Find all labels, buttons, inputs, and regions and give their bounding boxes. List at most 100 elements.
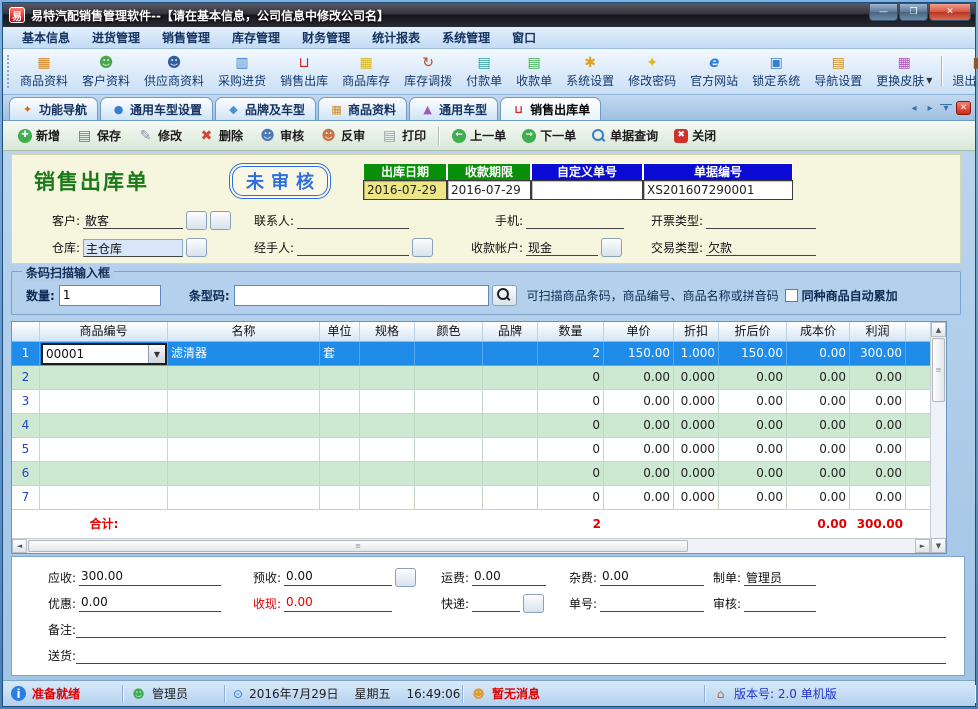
code-editor[interactable]: 00001▼ xyxy=(41,343,167,365)
cell-spec[interactable] xyxy=(360,390,415,414)
column-header-brand[interactable]: 品牌 xyxy=(483,322,538,341)
table-row-4[interactable]: 400.000.0000.000.000.00 xyxy=(12,414,930,438)
cell-unit[interactable] xyxy=(320,414,360,438)
cell-price[interactable]: 150.00 xyxy=(604,342,674,366)
barcode-search-button[interactable] xyxy=(492,285,517,306)
toolbar-button-exit-system[interactable]: ▮退出系统 xyxy=(945,51,978,92)
column-header-unit[interactable]: 单位 xyxy=(320,322,360,341)
tab-universal-model[interactable]: ▲通用车型 xyxy=(409,97,498,120)
due-date-value[interactable]: 2016-07-29 xyxy=(447,180,531,200)
column-header-code[interactable]: 商品编号 xyxy=(40,322,168,341)
cell-unit[interactable] xyxy=(320,462,360,486)
customer-add-button[interactable] xyxy=(210,211,231,230)
cell-brand[interactable] xyxy=(483,390,538,414)
cell-price[interactable]: 0.00 xyxy=(604,366,674,390)
account-pick-button[interactable] xyxy=(601,238,622,257)
cell-color[interactable] xyxy=(415,390,483,414)
cell-name[interactable] xyxy=(168,462,320,486)
cell-spec[interactable] xyxy=(360,414,415,438)
cell-unit[interactable] xyxy=(320,438,360,462)
cell-brand[interactable] xyxy=(483,366,538,390)
tracking-input[interactable] xyxy=(600,595,704,612)
cell-brand[interactable] xyxy=(483,462,538,486)
doc-button-prev-bill[interactable]: ←上一单 xyxy=(445,124,513,147)
toolbar-button-customers[interactable]: ☻客户资料 xyxy=(75,51,137,92)
vscroll-down-icon[interactable]: ▼ xyxy=(931,538,946,553)
cell-code[interactable] xyxy=(40,462,168,486)
horizontal-scrollbar[interactable]: ◄ ≡ ► xyxy=(12,538,930,553)
toolbar-button-product-stock[interactable]: ▦商品库存 xyxy=(335,51,397,92)
doc-button-query-bill[interactable]: 单据查询 xyxy=(585,124,665,147)
table-row-5[interactable]: 500.000.0000.000.000.00 xyxy=(12,438,930,462)
cell-cost[interactable]: 0.00 xyxy=(787,414,850,438)
cell-price[interactable]: 0.00 xyxy=(604,438,674,462)
cell-discount[interactable]: 1.000 xyxy=(674,342,719,366)
cell-profit[interactable]: 0.00 xyxy=(850,486,906,510)
cell-qty[interactable]: 0 xyxy=(538,414,604,438)
toolbar-button-suppliers[interactable]: ☻供应商资料 xyxy=(137,51,211,92)
cell-price[interactable]: 0.00 xyxy=(604,462,674,486)
express-button[interactable] xyxy=(523,594,544,613)
mobile-input[interactable] xyxy=(526,212,624,229)
remark-input[interactable] xyxy=(76,621,946,638)
toolbar-button-official-website[interactable]: e官方网站 xyxy=(683,51,745,92)
menu-item-sales-mgmt[interactable]: 销售管理 xyxy=(151,26,221,49)
hscroll-right-icon[interactable]: ► xyxy=(915,539,930,553)
cell-code[interactable] xyxy=(40,366,168,390)
column-header-price[interactable]: 单价 xyxy=(604,322,674,341)
doc-button-print[interactable]: ▤打印 xyxy=(374,124,433,147)
customer-input[interactable]: 散客 xyxy=(83,212,183,229)
contact-input[interactable] xyxy=(297,212,409,229)
skin-dropdown-arrow-icon[interactable]: ▼ xyxy=(926,76,932,85)
column-header-profit[interactable]: 利润 xyxy=(850,322,906,341)
menu-item-inventory-mgmt[interactable]: 库存管理 xyxy=(221,26,291,49)
cell-cost[interactable]: 0.00 xyxy=(787,390,850,414)
barcode-code-input[interactable] xyxy=(234,285,489,306)
misc-input[interactable]: 0.00 xyxy=(600,569,704,586)
menu-item-window-menu[interactable]: 窗口 xyxy=(501,26,547,49)
trade-type-input[interactable]: 欠款 xyxy=(706,239,816,256)
cell-qty[interactable]: 0 xyxy=(538,390,604,414)
prepaid-input[interactable]: 0.00 xyxy=(284,569,392,586)
cell-price[interactable]: 0.00 xyxy=(604,414,674,438)
column-header-spec[interactable]: 规格 xyxy=(360,322,415,341)
cell-cost[interactable]: 0.00 xyxy=(787,462,850,486)
cell-profit[interactable]: 0.00 xyxy=(850,462,906,486)
column-header-cost[interactable]: 成本价 xyxy=(787,322,850,341)
cell-spec[interactable] xyxy=(360,462,415,486)
cell-spec[interactable] xyxy=(360,486,415,510)
vscroll-track[interactable] xyxy=(931,403,946,538)
menu-item-system-mgmt[interactable]: 系统管理 xyxy=(431,26,501,49)
doc-button-unaudit[interactable]: ☻反审 xyxy=(313,124,372,147)
cell-spec[interactable] xyxy=(360,366,415,390)
cell-cost[interactable]: 0.00 xyxy=(787,438,850,462)
cell-brand[interactable] xyxy=(483,414,538,438)
handler-pick-button[interactable] xyxy=(412,238,433,257)
row-number-cell[interactable]: 6 xyxy=(12,462,40,486)
toolbar-button-change-password[interactable]: ✦修改密码 xyxy=(621,51,683,92)
column-header-name[interactable]: 名称 xyxy=(168,322,320,341)
freight-input[interactable]: 0.00 xyxy=(472,569,546,586)
cell-code[interactable] xyxy=(40,486,168,510)
toolbar-button-system-settings[interactable]: ✱系统设置 xyxy=(559,51,621,92)
bill-no-value[interactable]: XS201607290001 xyxy=(643,180,793,200)
toolbar-button-payment-bill[interactable]: ▤付款单 xyxy=(459,51,509,92)
cell-unit[interactable] xyxy=(320,390,360,414)
cell-price[interactable]: 0.00 xyxy=(604,390,674,414)
cell-brand[interactable] xyxy=(483,438,538,462)
cell-discounted[interactable]: 0.00 xyxy=(719,486,787,510)
cell-brand[interactable] xyxy=(483,342,538,366)
doc-button-next-bill[interactable]: →下一单 xyxy=(515,124,583,147)
cell-discounted[interactable]: 150.00 xyxy=(719,342,787,366)
cell-discount[interactable]: 0.000 xyxy=(674,462,719,486)
tab-scroll-left-icon[interactable]: ◂ xyxy=(908,103,920,114)
code-dropdown-icon[interactable]: ▼ xyxy=(148,345,165,363)
cell-color[interactable] xyxy=(415,366,483,390)
doc-button-save[interactable]: ▤保存 xyxy=(69,124,128,147)
cell-profit[interactable]: 0.00 xyxy=(850,366,906,390)
row-number-cell[interactable]: 4 xyxy=(12,414,40,438)
toolbar-button-receipt-bill[interactable]: ▤收款单 xyxy=(509,51,559,92)
cell-discounted[interactable]: 0.00 xyxy=(719,390,787,414)
tab-brand-model[interactable]: ◆品牌及车型 xyxy=(215,97,316,120)
toolbar-button-sales-out[interactable]: ⊔销售出库 xyxy=(273,51,335,92)
